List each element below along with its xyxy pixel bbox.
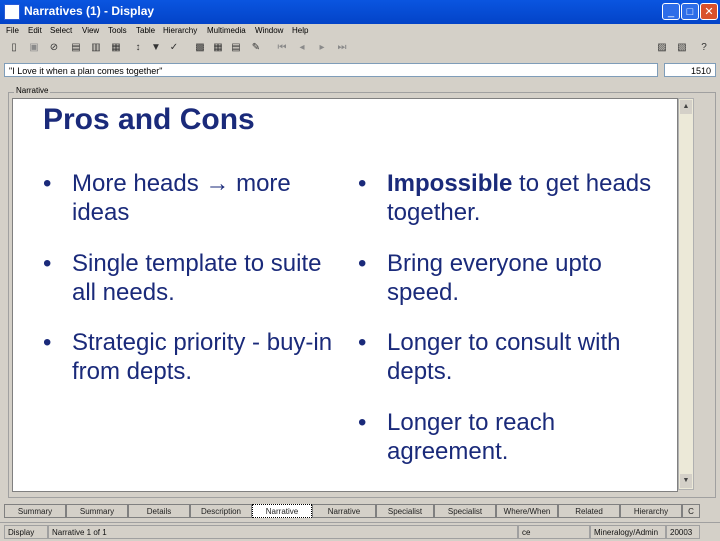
last-record-icon[interactable]: ⏭ [336,42,348,54]
tab-narrative-2[interactable]: Narrative [312,504,376,518]
status-user: Mineralogy/Admin [590,525,666,539]
tab-where-when[interactable]: Where/When [496,504,558,518]
window-title: Narratives (1) - Display [24,4,155,18]
sort-icon[interactable]: ↕ [132,42,144,54]
vertical-scrollbar[interactable]: ▲ ▼ [678,98,694,490]
lookup-icon[interactable]: ▧ [676,42,688,54]
con-bullet-4: • Longer to reach agreement. [358,408,676,468]
pro-bullet-text: More heads → more ideas [72,170,291,226]
menu-bar: File Edit Select View Tools Table Hierar… [0,24,720,38]
list-icon[interactable]: ▤ [230,42,242,54]
cancel-icon[interactable]: ⊘ [48,42,60,54]
properties-icon[interactable]: ▨ [656,42,668,54]
pro-bullet-2: • Single template to suite all needs. [43,249,363,309]
con-bullet-text: Longer to reach agreement. [387,409,556,465]
minimize-button[interactable]: _ [662,3,680,20]
edit-icon[interactable]: ✎ [250,42,262,54]
pro-bullet-text: Single template to suite all needs. [72,250,322,306]
con-bullet-3: • Longer to consult with depts. [358,328,676,388]
scroll-up-icon[interactable]: ▲ [680,100,692,114]
bullet-icon: • [43,250,52,277]
pro-bullet-text: Strategic priority - buy-in from depts. [72,329,333,385]
title-bar: Narratives (1) - Display _ □ ✕ [0,0,720,24]
con-bullet-1: • Impossible to get heads together. [358,169,676,229]
tab-more[interactable]: C [682,504,700,518]
tab-specialist-2[interactable]: Specialist [434,504,496,518]
menu-view[interactable]: View [82,26,99,35]
next-record-icon[interactable]: ▸ [316,42,328,54]
status-flag: ce [518,525,590,539]
new-icon[interactable]: ▯ [8,42,20,54]
con-bullet-text: Longer to consult with depts. [387,329,621,385]
bullet-icon: • [358,170,367,197]
menu-multimedia[interactable]: Multimedia [207,26,246,35]
tab-hierarchy[interactable]: Hierarchy [620,504,682,518]
menu-select[interactable]: Select [50,26,72,35]
copy-record-icon[interactable]: ▦ [110,42,122,54]
bullet-icon: • [358,409,367,436]
filter-icon[interactable]: ▼ [150,42,162,54]
bullet-icon: • [358,329,367,356]
con-bullet-2: • Bring everyone upto speed. [358,249,676,309]
spellcheck-icon[interactable]: ✓ [168,42,180,54]
narrative-group-label: Narrative [14,86,51,95]
help-icon[interactable]: ? [698,42,710,54]
menu-hierarchy[interactable]: Hierarchy [163,26,197,35]
tab-narrative-1[interactable]: Narrative [252,504,312,518]
pro-bullet-1: • More heads → more ideas [43,169,343,229]
con-bullet-text: Bring everyone upto speed. [387,250,602,306]
scroll-down-icon[interactable]: ▼ [680,474,692,488]
menu-edit[interactable]: Edit [28,26,42,35]
tab-specialist-1[interactable]: Specialist [376,504,434,518]
pro-bullet-3: • Strategic priority - buy-in from depts. [43,328,373,388]
tab-details[interactable]: Details [128,504,190,518]
bullet-icon: • [43,170,52,197]
con-bullet-text: Impossible to get heads together. [387,170,652,226]
tab-summary-2[interactable]: Summary [66,504,128,518]
tab-strip: Summary Summary Details Description Narr… [4,502,700,520]
menu-help[interactable]: Help [292,26,308,35]
bullet-icon: • [358,250,367,277]
tab-related[interactable]: Related [558,504,620,518]
status-code: 20003 [666,525,700,539]
tab-description[interactable]: Description [190,504,252,518]
previous-record-icon[interactable]: ◂ [296,42,308,54]
save-icon[interactable]: ▣ [28,42,40,54]
close-button[interactable]: ✕ [700,3,718,20]
record-number-field: 1510 [664,63,716,77]
status-bar: Display Narrative 1 of 1 ce Mineralogy/A… [0,522,720,541]
menu-tools[interactable]: Tools [108,26,127,35]
record-summary-field[interactable]: "I Love it when a plan comes together" [4,63,658,77]
tab-summary-1[interactable]: Summary [4,504,66,518]
menu-table[interactable]: Table [136,26,155,35]
table-icon[interactable]: ▦ [212,42,224,54]
app-icon [4,4,20,20]
record-icon[interactable]: ▤ [70,42,82,54]
first-record-icon[interactable]: ⏮ [276,42,288,54]
slide-title: Pros and Cons [43,103,255,136]
status-mode: Display [4,525,48,539]
bullet-icon: • [43,329,52,356]
status-record: Narrative 1 of 1 [48,525,518,539]
report-icon[interactable]: ▩ [194,42,206,54]
maximize-button[interactable]: □ [681,3,699,20]
toolbar: ▯ ▣ ⊘ ▤ ▥ ▦ ↕ ▼ ✓ ▩ ▦ ▤ ✎ ⏮ ◂ ▸ ⏭ ▨ ▧ ? [0,38,720,60]
delete-record-icon[interactable]: ▥ [90,42,102,54]
menu-file[interactable]: File [6,26,19,35]
menu-window[interactable]: Window [255,26,283,35]
